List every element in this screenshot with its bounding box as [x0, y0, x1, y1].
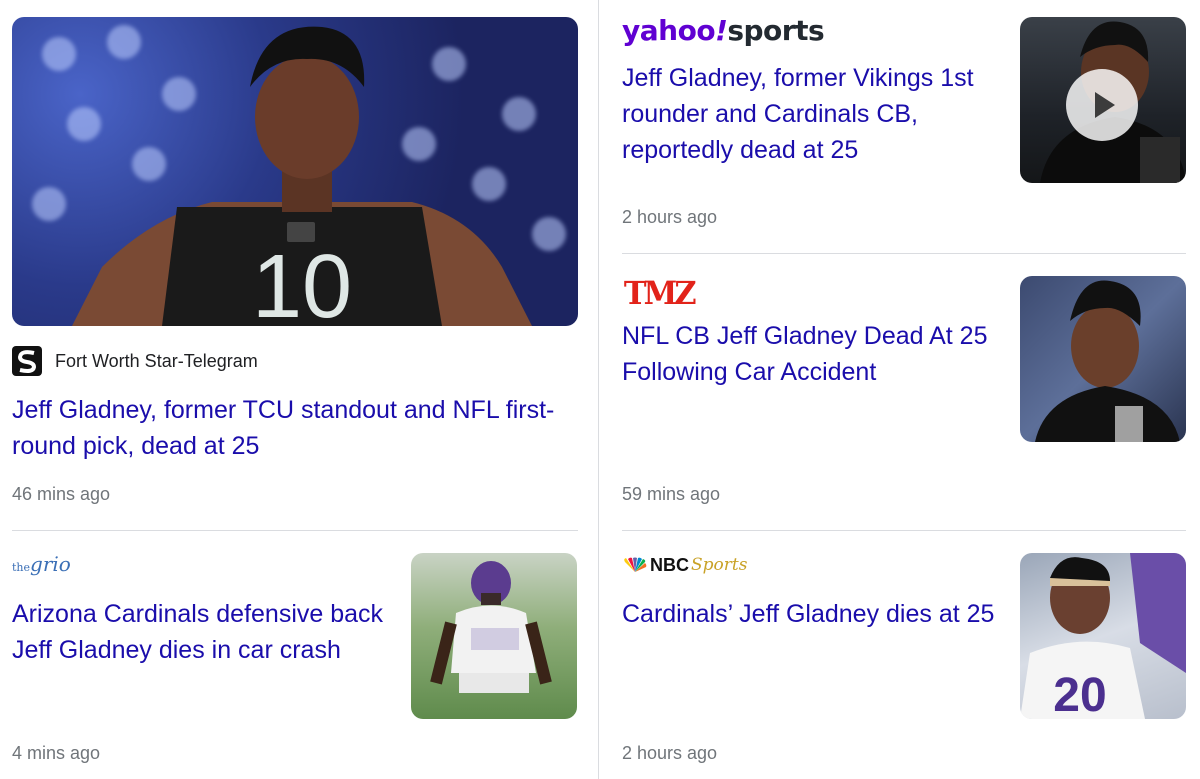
- source-name: Fort Worth Star-Telegram: [55, 350, 258, 371]
- story-image-hero: 10: [12, 17, 578, 326]
- player-photo: [430, 561, 552, 693]
- story-headline[interactable]: Cardinals’ Jeff Gladney dies at 25: [622, 596, 1002, 632]
- story-image[interactable]: 20: [1020, 553, 1186, 719]
- story-image[interactable]: [411, 553, 577, 719]
- player-photo: [1035, 280, 1180, 442]
- divider-right-1: [622, 253, 1186, 254]
- divider-right-2: [622, 530, 1186, 531]
- story-headline[interactable]: Jeff Gladney, former Vikings 1st rounder…: [622, 60, 992, 168]
- story-time: 2 hours ago: [622, 743, 718, 763]
- play-icon[interactable]: [1066, 69, 1138, 141]
- player-photo: 10: [72, 26, 532, 326]
- story-image[interactable]: [1020, 276, 1186, 442]
- story-time: 4 mins ago: [12, 743, 101, 763]
- source-row: Fort Worth Star-Telegram: [12, 346, 258, 376]
- player-photo: 20: [1020, 553, 1186, 719]
- story-time: 46 mins ago: [12, 484, 111, 504]
- yahoo-sports-logo: yahoo!sports: [622, 14, 825, 47]
- jersey-number: 20: [1053, 669, 1106, 719]
- story-headline[interactable]: NFL CB Jeff Gladney Dead At 25 Following…: [622, 318, 1012, 390]
- story-time: 59 mins ago: [622, 484, 721, 504]
- story-card-fort-worth[interactable]: 10 Fort Worth Star-Telegram Jeff Gladney…: [0, 0, 590, 520]
- story-card-tmz[interactable]: TMZ NFL CB Jeff Gladney Dead At 25 Follo…: [610, 260, 1200, 520]
- divider-left: [12, 530, 578, 531]
- tmz-logo: TMZ: [623, 274, 697, 312]
- story-time: 2 hours ago: [622, 207, 718, 227]
- column-divider: [598, 0, 599, 779]
- story-headline[interactable]: Jeff Gladney, former TCU standout and NF…: [12, 392, 582, 464]
- story-headline[interactable]: Arizona Cardinals defensive back Jeff Gl…: [12, 596, 397, 668]
- story-video-thumbnail[interactable]: [1020, 17, 1186, 183]
- thegrio-logo: thegrio: [12, 552, 71, 576]
- story-card-thegrio[interactable]: thegrio Arizona Cardinals defensive back…: [0, 540, 590, 779]
- nbc-sports-logo: NBC Sports: [622, 554, 747, 576]
- nbc-peacock-icon: [624, 557, 647, 572]
- story-card-nbc-sports[interactable]: NBC Sports Cardinals’ Jeff Gladney dies …: [610, 540, 1200, 779]
- story-card-yahoo-sports[interactable]: yahoo!sports Jeff Gladney, former Viking…: [610, 0, 1200, 250]
- jersey-number: 10: [252, 237, 352, 326]
- star-telegram-logo-icon: [12, 346, 42, 376]
